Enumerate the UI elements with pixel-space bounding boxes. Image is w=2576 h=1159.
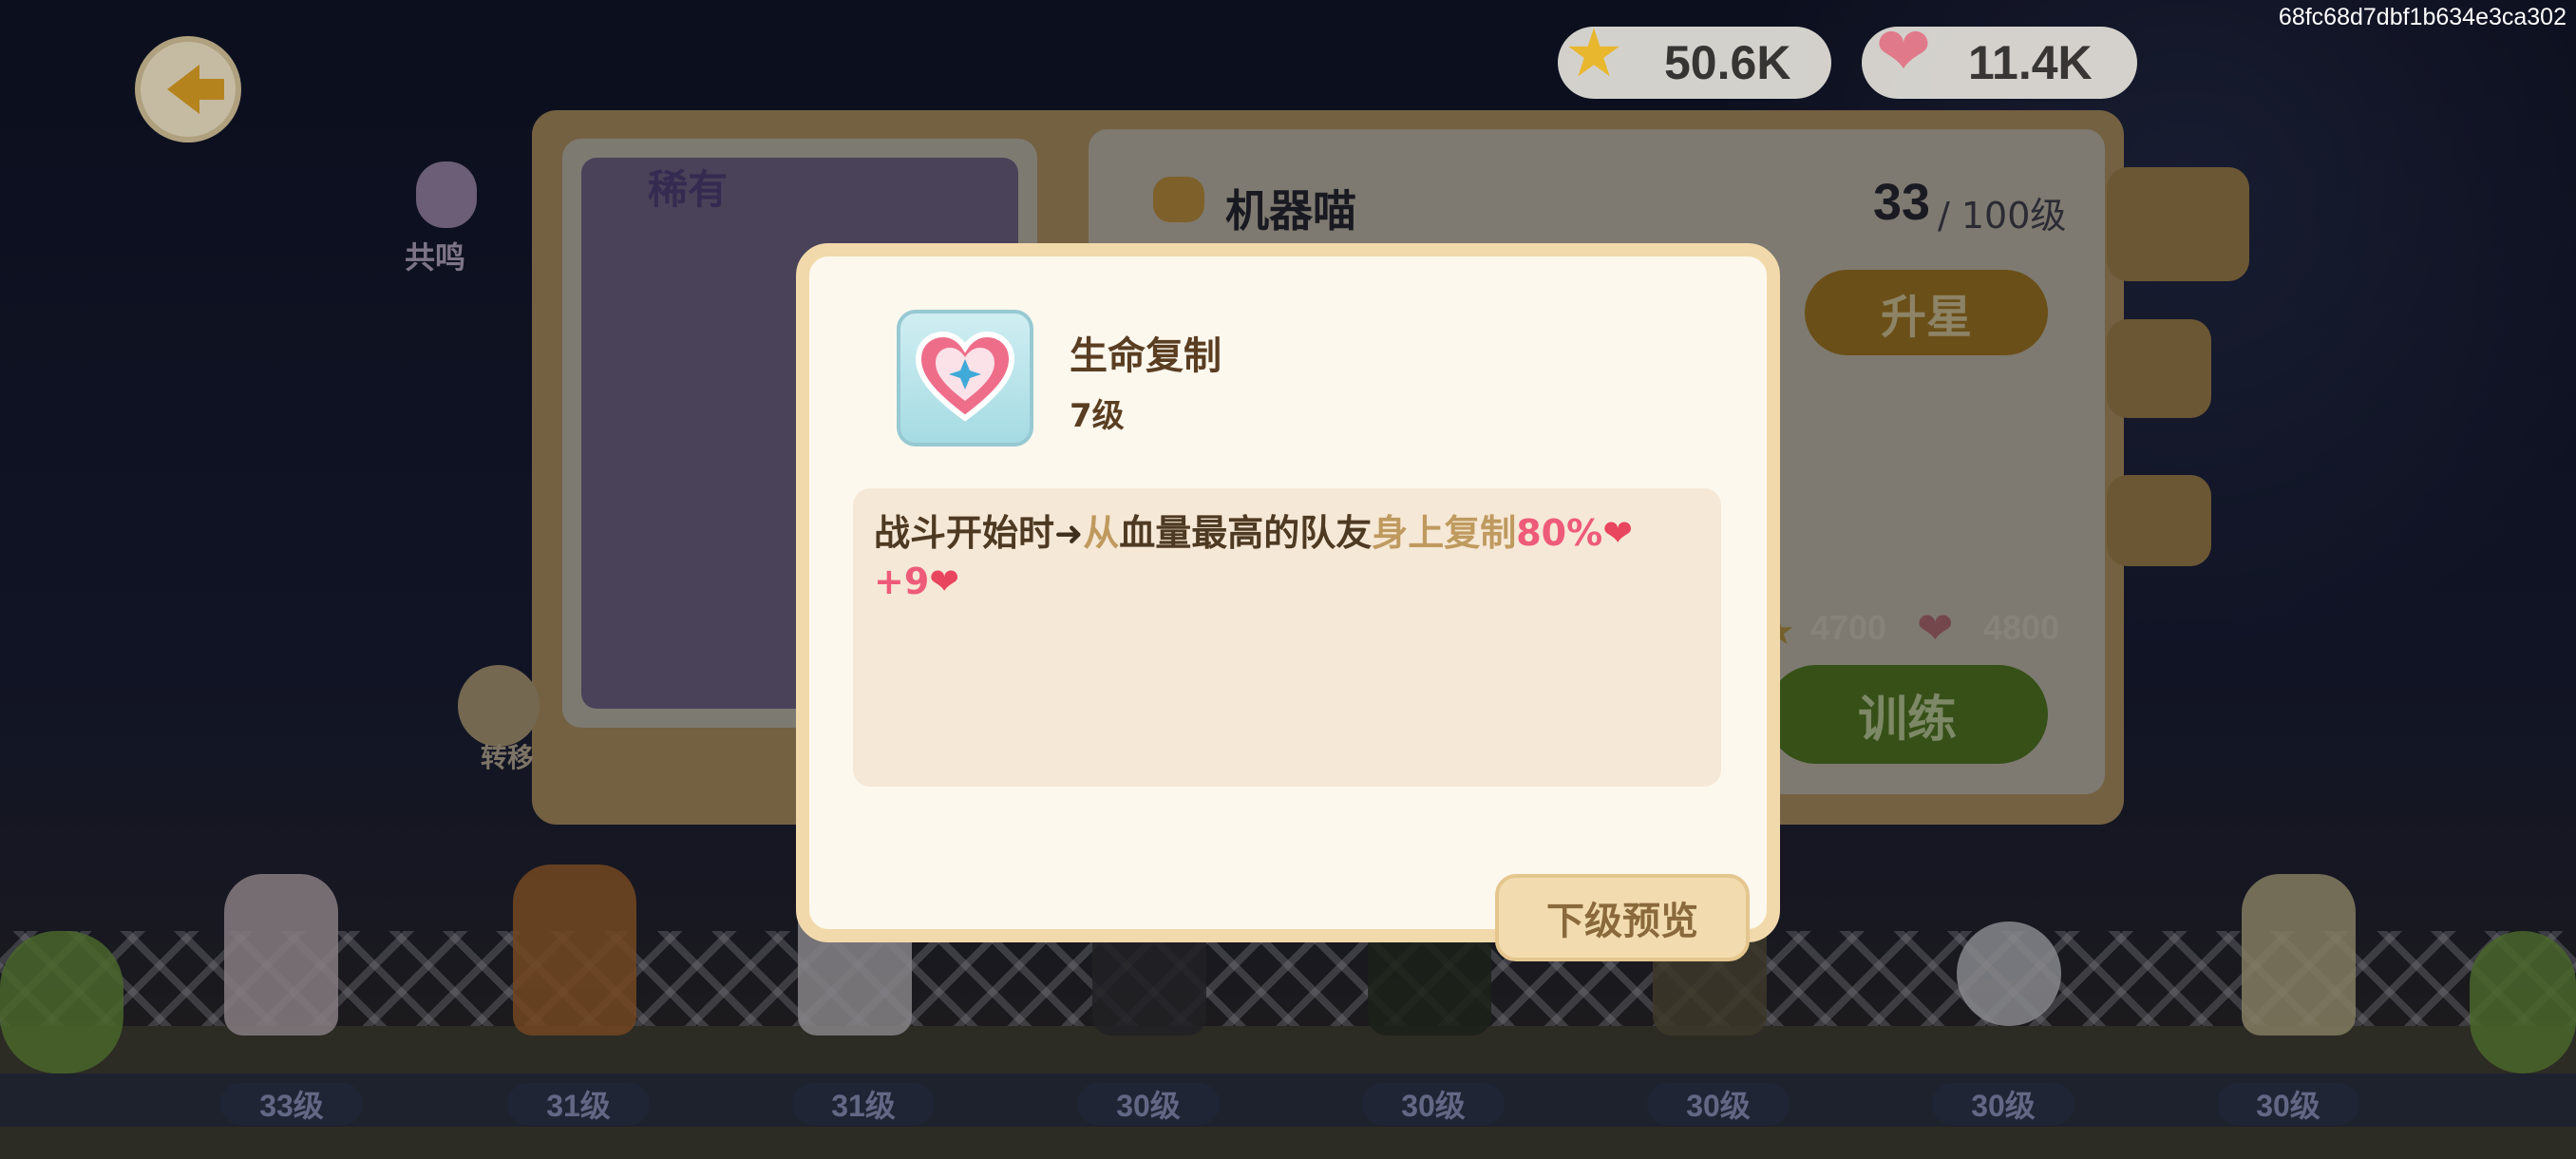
desc-segment: 战斗开始时 (874, 512, 1055, 554)
heart-currency-icon: ❤ (1875, 12, 1932, 90)
desc-segment: 身上复制 (1372, 512, 1517, 554)
session-hash-label: 68fc68d7dbf1b634e3ca302 (2278, 4, 2567, 30)
desc-segment: 从 (1083, 512, 1120, 554)
skill-description-box: 战斗开始时➜从血量最高的队友身上复制80%❤ +9❤ (853, 488, 1721, 787)
heart-icon: ❤ (929, 560, 960, 602)
back-button[interactable] (135, 36, 241, 142)
back-arrow-icon (167, 65, 224, 114)
skill-description-line-1: 战斗开始时➜从血量最高的队友身上复制80%❤ (874, 504, 1633, 556)
desc-percent: 80% (1516, 512, 1603, 554)
heart-icon: ❤ (1602, 512, 1634, 554)
next-level-preview-button[interactable]: 下级预览 (1495, 874, 1750, 961)
star-currency-icon: ★ (1563, 14, 1624, 92)
skill-description-line-2: +9❤ (874, 560, 959, 602)
arrow-right-icon: ➜ (1054, 515, 1084, 554)
desc-bonus: +9 (874, 560, 930, 602)
desc-segment: 血量最高的队友 (1119, 512, 1373, 554)
skill-level: 7级 (1070, 397, 1125, 435)
skill-icon (897, 310, 1033, 446)
star-currency-value: 50.6K (1664, 36, 1791, 89)
heart-currency-value: 11.4K (1968, 36, 2093, 89)
skill-name: 生命复制 (1070, 334, 1222, 378)
heart-skill-icon (915, 331, 1015, 422)
